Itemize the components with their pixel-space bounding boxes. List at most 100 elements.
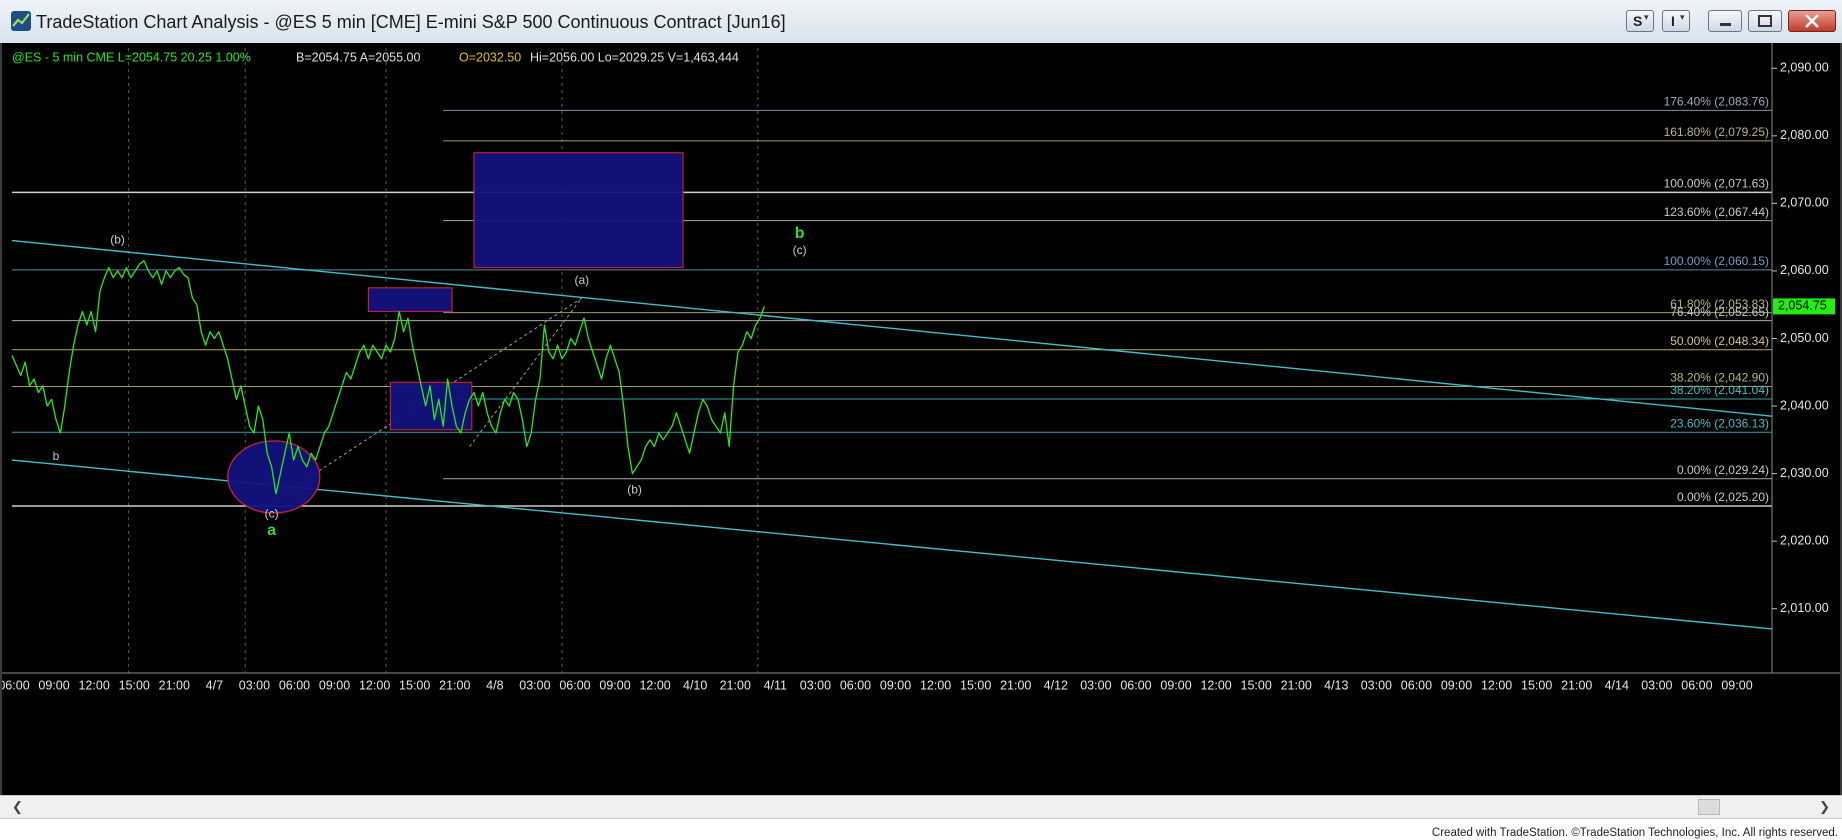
close-button[interactable]: [1788, 10, 1836, 32]
i-menu-label: I: [1671, 13, 1675, 29]
x-tick-label: 09:00: [1441, 678, 1472, 692]
s-menu-label: S: [1633, 13, 1643, 29]
x-tick-label: 12:00: [920, 678, 951, 692]
x-tick-label: 21:00: [720, 678, 751, 692]
minimize-icon: [1720, 23, 1731, 26]
grid-layer: [128, 48, 759, 673]
wave-label: (c): [265, 506, 279, 520]
x-tick-label: 4/12: [1044, 678, 1068, 692]
x-tick-label: 03:00: [239, 678, 270, 692]
wave-label: b: [53, 449, 60, 463]
scroll-thumb[interactable]: [1698, 799, 1720, 815]
y-tick-label: 2,080.00: [1780, 128, 1829, 142]
s-menu-button[interactable]: S ▾: [1626, 10, 1654, 32]
x-tick-label: 09:00: [319, 678, 350, 692]
y-tick-label: 2,070.00: [1780, 196, 1829, 210]
scroll-right-icon[interactable]: ❯: [1819, 799, 1830, 815]
chevron-down-icon: ▾: [1644, 12, 1649, 22]
header-layer: @ES - 5 min CME L=2054.75 20.25 1.00% B=…: [12, 50, 739, 64]
chart-window[interactable]: 176.40% (2,083.76) 161.80% (2,079.25) 100.…: [0, 43, 1842, 795]
minimize-button[interactable]: [1708, 10, 1742, 32]
target-zone-box: [473, 152, 684, 269]
x-tick-label: 06:00: [279, 678, 310, 692]
y-tick-label: 2,050.00: [1780, 331, 1829, 345]
last-price-label: 2,054.75: [1778, 299, 1827, 313]
scroll-left-icon[interactable]: ❮: [12, 799, 23, 815]
y-tick-label: 2,090.00: [1780, 61, 1829, 75]
tradestation-credit: Created with TradeStation. ©TradeStation…: [1431, 827, 1838, 839]
window-titlebar: TradeStation Chart Analysis - @ES 5 min …: [0, 0, 1842, 44]
chevron-down-icon: ▾: [1680, 12, 1685, 22]
window-title: TradeStation Chart Analysis - @ES 5 min …: [36, 12, 786, 32]
x-tick-label: 12:00: [359, 678, 390, 692]
x-tick-label: 4/10: [683, 678, 707, 692]
i-menu-button[interactable]: I ▾: [1662, 10, 1690, 32]
x-tick-label: 03:00: [519, 678, 550, 692]
x-tick-label: 06:00: [840, 678, 871, 692]
fib-level-label: 76.40% (2,052.65): [1670, 305, 1769, 319]
x-tick-label: 06:00: [1681, 678, 1712, 692]
target-box-layer: [227, 152, 684, 514]
x-tick-label: 12:00: [639, 678, 670, 692]
y-tick-label: 2,030.00: [1780, 466, 1829, 480]
fib-level-label: 123.60% (2,067.44): [1664, 205, 1769, 219]
fib-level-label: 176.40% (2,083.76): [1664, 95, 1769, 109]
x-tick-label: 09:00: [38, 678, 69, 692]
x-tick-label: 21:00: [1000, 678, 1031, 692]
x-tick-label: 03:00: [1361, 678, 1392, 692]
close-icon: [1805, 14, 1819, 28]
wave-label: a: [267, 522, 276, 539]
tradestation-app-icon: [11, 11, 31, 31]
x-tick-label: 09:00: [880, 678, 911, 692]
x-tick-label: 4/14: [1605, 678, 1629, 692]
y-tick-label: 2,020.00: [1780, 533, 1829, 547]
x-tick-label: 12:00: [78, 678, 109, 692]
x-tick-label: 4/8: [486, 678, 503, 692]
fib-level-label: 0.00% (2,025.20): [1677, 490, 1769, 504]
x-tick-label: 09:00: [1160, 678, 1191, 692]
wave-label: (b): [110, 233, 125, 247]
x-tick-label: 09:00: [1721, 678, 1752, 692]
fib-level-label: 100.00% (2,060.15): [1664, 254, 1769, 268]
x-tick-label: 15:00: [119, 678, 150, 692]
footer: Created with TradeStation. ©TradeStation…: [0, 819, 1842, 840]
x-tick-label: 4/11: [764, 678, 787, 692]
y-tick-label: 2,010.00: [1780, 601, 1829, 615]
fib-level-label: 0.00% (2,029.24): [1677, 463, 1769, 477]
x-tick-label: 12:00: [1200, 678, 1231, 692]
channel-trendline: [11, 239, 1773, 417]
x-tick-label: 06:00: [2, 678, 30, 692]
x-tick-label: 03:00: [1641, 678, 1672, 692]
x-tick-label: 21:00: [1281, 678, 1312, 692]
x-tick-label: 21:00: [1561, 678, 1592, 692]
wave-label: (b): [627, 483, 642, 497]
channel-layer: [11, 239, 1773, 630]
chart-horizontal-scrollbar[interactable]: ❮ ❯: [0, 795, 1842, 819]
fib-level-label: 100.00% (2,071.63): [1664, 177, 1769, 191]
symbol-line: @ES - 5 min CME L=2054.75 20.25 1.00%: [12, 50, 251, 64]
target-zone-box: [367, 287, 453, 313]
fib-level-label: 50.00% (2,048.34): [1670, 334, 1769, 348]
x-tick-label: 15:00: [1241, 678, 1272, 692]
x-tick-label: 4/13: [1324, 678, 1348, 692]
x-tick-label: 06:00: [1120, 678, 1151, 692]
wave-label: b: [795, 225, 805, 242]
price-chart[interactable]: 176.40% (2,083.76) 161.80% (2,079.25) 100.…: [2, 43, 1840, 795]
fib-level-label: 161.80% (2,079.25): [1664, 125, 1769, 139]
maximize-icon: [1758, 15, 1772, 27]
wave-label: (a): [574, 273, 589, 287]
x-tick-label: 15:00: [1521, 678, 1552, 692]
x-tick-label: 21:00: [439, 678, 470, 692]
bid-ask-line: B=2054.75 A=2055.00: [296, 50, 420, 64]
maximize-button[interactable]: [1748, 10, 1782, 32]
fib-level-label: 23.60% (2,036.13): [1670, 416, 1769, 430]
fib-level-label: 38.20% (2,041.04): [1670, 383, 1769, 397]
x-tick-label: 03:00: [800, 678, 831, 692]
x-tick-label: 15:00: [399, 678, 430, 692]
x-tick-label: 09:00: [599, 678, 630, 692]
x-tick-label: 4/7: [206, 678, 223, 692]
y-tick-label: 2,040.00: [1780, 398, 1829, 412]
x-tick-label: 06:00: [559, 678, 590, 692]
x-tick-label: 15:00: [960, 678, 991, 692]
x-tick-label: 12:00: [1481, 678, 1512, 692]
